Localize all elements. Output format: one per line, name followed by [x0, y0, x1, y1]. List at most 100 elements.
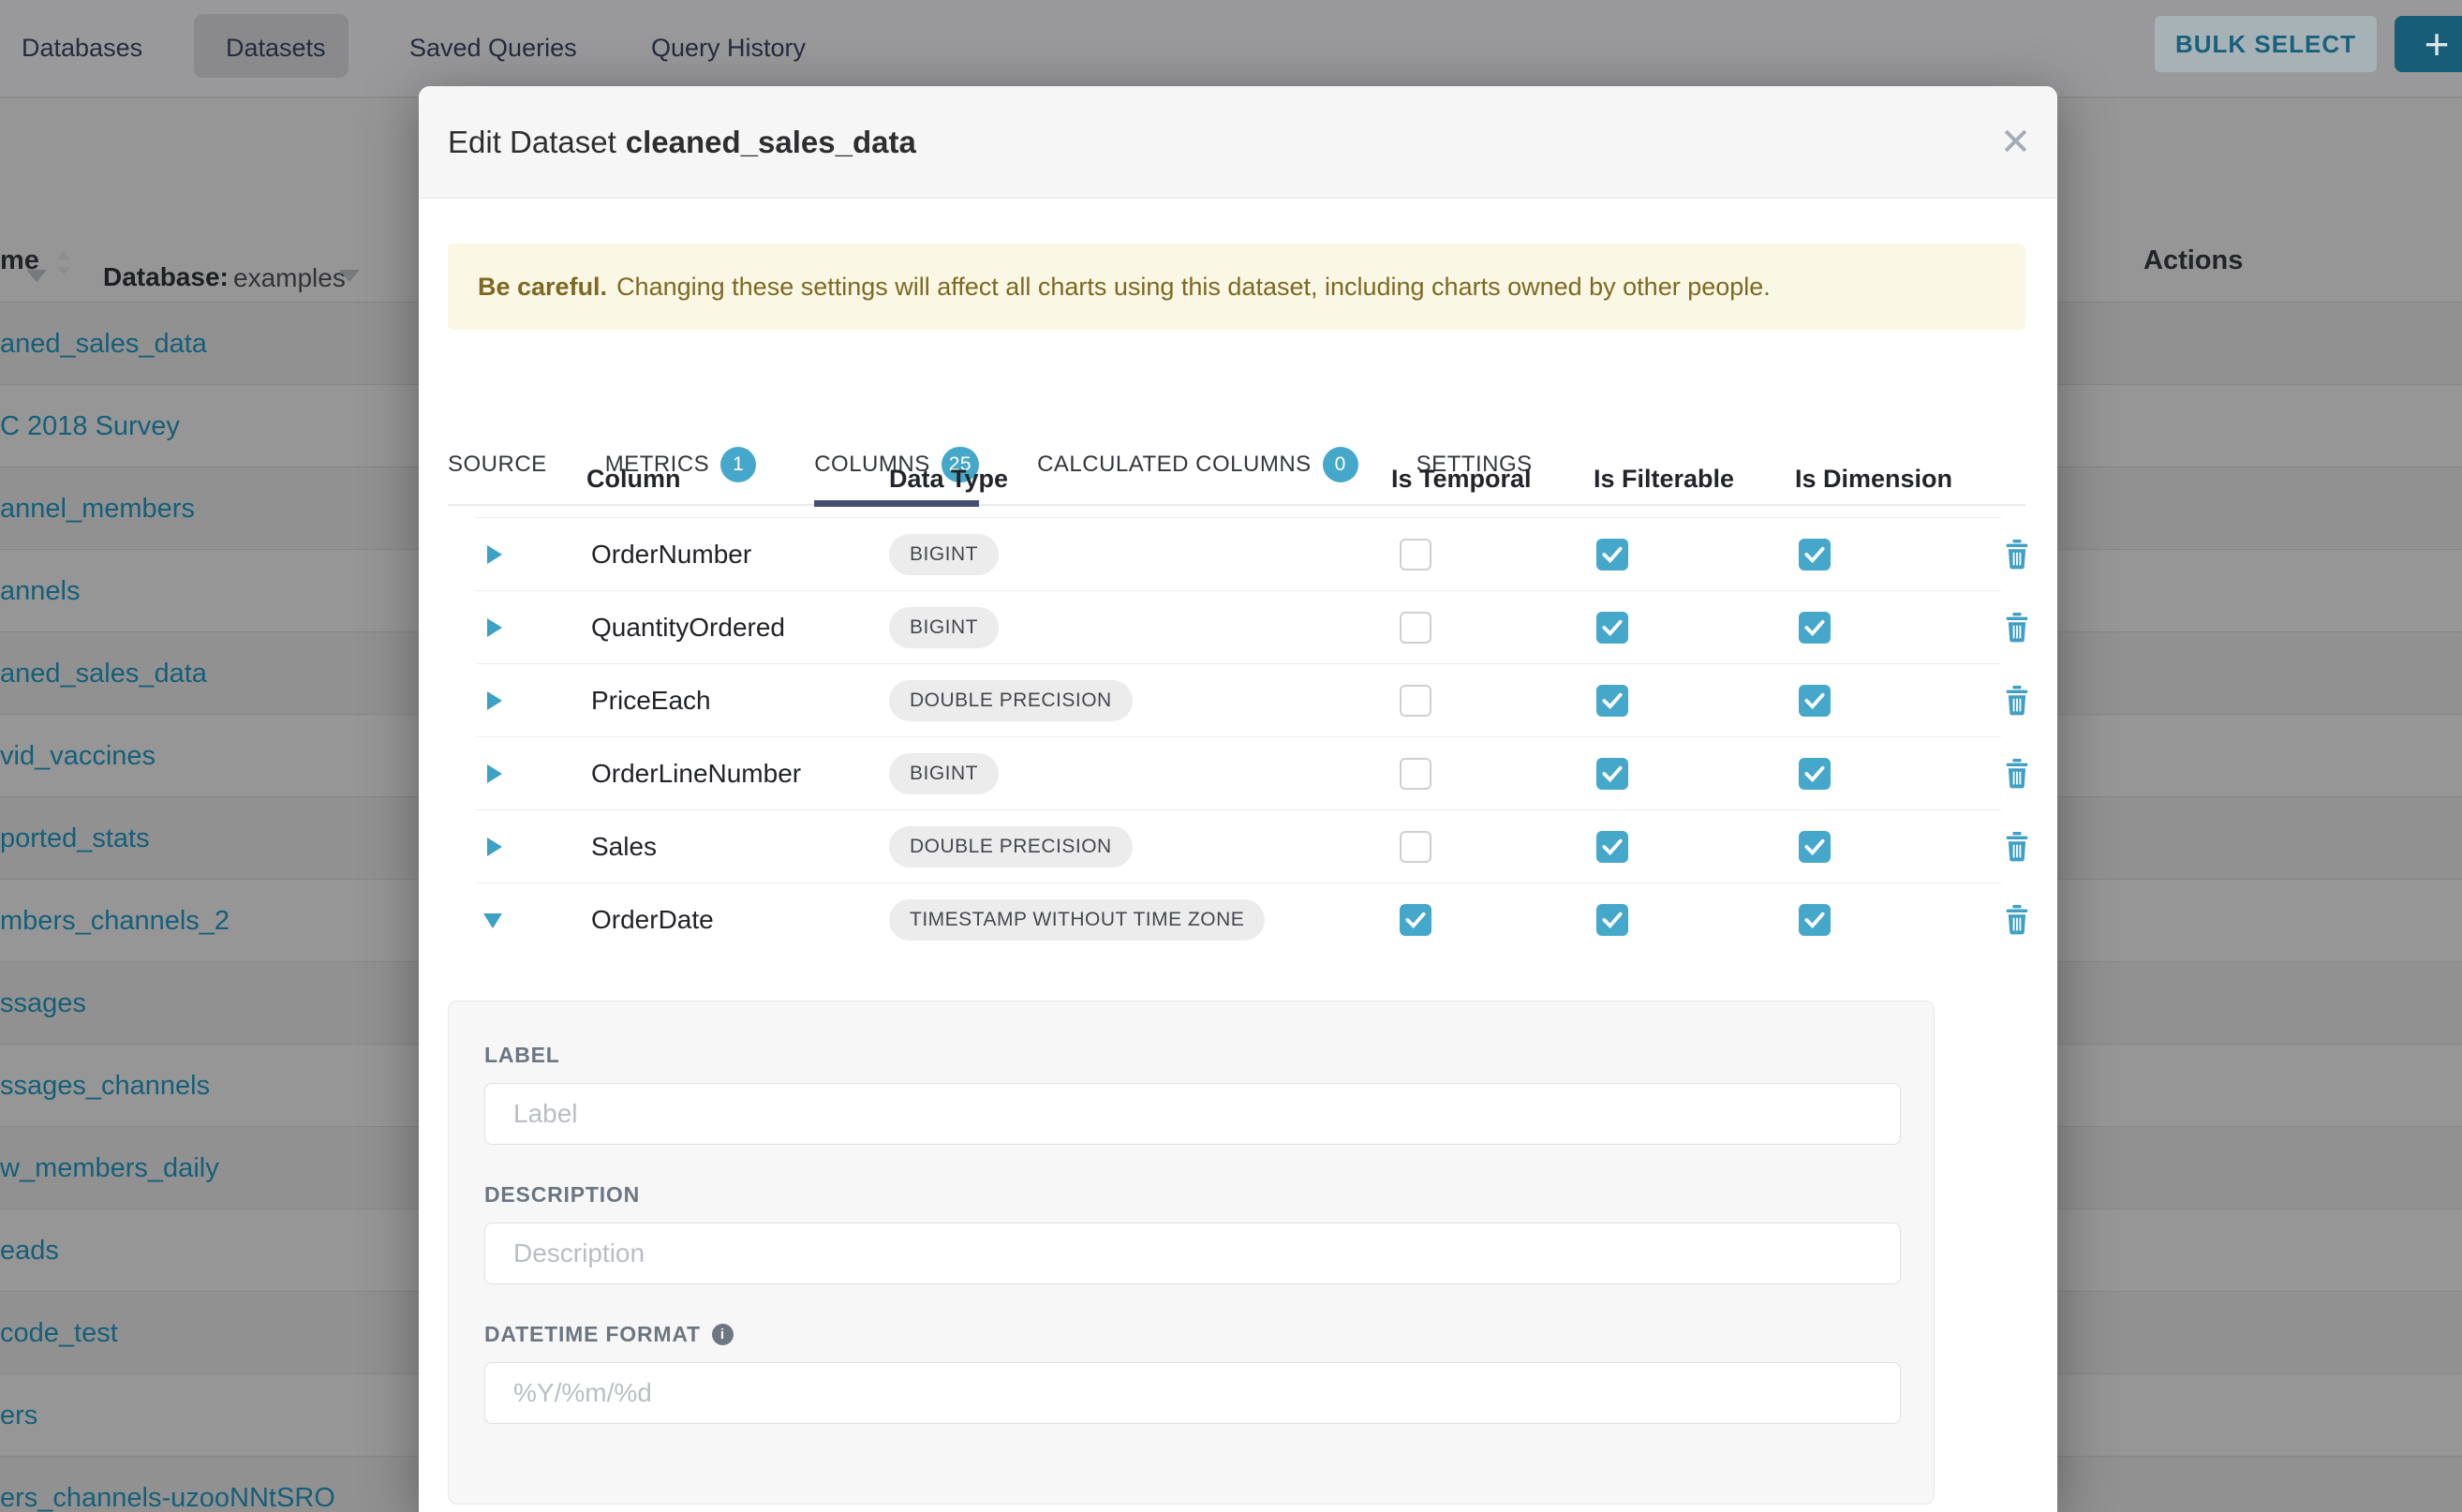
is-dimension-checkbox[interactable]	[1799, 539, 1831, 571]
is-filterable-header: Is Filterable	[1594, 465, 1734, 494]
warning-bold-text: Be careful.	[478, 273, 607, 302]
name-column-header[interactable]: me	[0, 245, 39, 276]
column-row: OrderLineNumber BIGINT	[476, 737, 2001, 810]
delete-column-icon[interactable]	[2003, 759, 2031, 789]
column-row: PriceEach DOUBLE PRECISION	[476, 664, 2001, 737]
is-temporal-checkbox[interactable]	[1400, 831, 1431, 863]
sort-icon[interactable]	[54, 251, 73, 275]
dataset-link[interactable]: code_test	[0, 1292, 118, 1374]
is-filterable-checkbox[interactable]	[1596, 904, 1628, 936]
dataset-link[interactable]: vid_vaccines	[0, 715, 156, 797]
delete-column-icon[interactable]	[2003, 540, 2031, 570]
column-name: OrderNumber	[591, 518, 751, 591]
top-navigation: Databases Datasets Saved Queries Query H…	[0, 0, 2462, 98]
label-field-label: LABEL	[484, 1043, 1898, 1068]
is-temporal-checkbox[interactable]	[1400, 539, 1431, 571]
is-temporal-header: Is Temporal	[1391, 465, 1532, 494]
dataset-link[interactable]: C 2018 Survey	[0, 385, 180, 467]
column-row: Sales DOUBLE PRECISION	[476, 810, 2001, 883]
dataset-link[interactable]: eads	[0, 1209, 59, 1292]
dataset-link[interactable]: ssages_channels	[0, 1045, 210, 1127]
nav-item-query-history[interactable]: Query History	[651, 0, 806, 96]
datetime-format-input[interactable]	[484, 1362, 1901, 1424]
delete-column-icon[interactable]	[2003, 905, 2031, 935]
info-icon[interactable]: i	[712, 1324, 734, 1345]
data-type-pill: TIMESTAMP WITHOUT TIME ZONE	[889, 899, 1265, 941]
is-dimension-checkbox[interactable]	[1799, 612, 1831, 644]
is-filterable-checkbox[interactable]	[1596, 831, 1628, 863]
is-filterable-checkbox[interactable]	[1596, 758, 1628, 790]
expand-caret-icon[interactable]	[487, 545, 502, 564]
modal-title: Edit Dataset cleaned_sales_data	[448, 86, 916, 199]
column-name: Sales	[591, 810, 657, 883]
edit-dataset-modal: Edit Dataset cleaned_sales_data ✕ Be car…	[419, 86, 2057, 1512]
expand-caret-icon[interactable]	[487, 764, 502, 783]
is-dimension-checkbox[interactable]	[1799, 831, 1831, 863]
actions-column-header: Actions	[2143, 245, 2243, 276]
data-type-pill: BIGINT	[889, 607, 999, 648]
dataset-link[interactable]: annel_members	[0, 467, 195, 550]
modal-header: Edit Dataset cleaned_sales_data ✕	[419, 86, 2057, 199]
dataset-link[interactable]: ported_stats	[0, 797, 150, 880]
database-filter-label: Database:	[103, 262, 229, 292]
modal-title-prefix: Edit Dataset	[448, 125, 616, 160]
dataset-link[interactable]: ers	[0, 1374, 37, 1457]
is-filterable-checkbox[interactable]	[1596, 539, 1628, 571]
is-filterable-checkbox[interactable]	[1596, 685, 1628, 717]
column-editor-panel: LABEL DESCRIPTION DATETIME FORMAT i	[448, 1001, 1935, 1505]
nav-item-datasets[interactable]: Datasets	[226, 0, 326, 96]
is-dimension-checkbox[interactable]	[1799, 904, 1831, 936]
datasets-page: Databases Datasets Saved Queries Query H…	[0, 0, 2462, 1512]
columns-table-header: Column Data Type Is Temporal Is Filterab…	[476, 442, 2001, 518]
description-input[interactable]	[484, 1223, 1901, 1284]
expand-caret-icon[interactable]	[487, 838, 502, 856]
dataset-link[interactable]: w_members_daily	[0, 1127, 219, 1209]
column-name: OrderDate	[591, 883, 714, 956]
warning-banner: Be careful. Changing these settings will…	[448, 244, 2025, 330]
dataset-link[interactable]: annels	[0, 550, 80, 632]
is-temporal-checkbox[interactable]	[1400, 612, 1431, 644]
expand-caret-icon[interactable]	[487, 618, 502, 637]
nav-item-databases[interactable]: Databases	[22, 0, 142, 96]
is-dimension-header: Is Dimension	[1795, 465, 1952, 494]
column-row: QuantityOrdered BIGINT	[476, 591, 2001, 664]
dataset-link[interactable]: aned_sales_data	[0, 632, 207, 715]
column-header: Column	[586, 465, 681, 494]
collapse-caret-icon[interactable]	[483, 913, 502, 928]
dataset-link[interactable]: ers_channels-uzooNNtSRO	[0, 1457, 335, 1512]
dataset-link[interactable]: mbers_channels_2	[0, 880, 230, 962]
add-dataset-button[interactable]: +	[2395, 16, 2462, 72]
is-temporal-checkbox[interactable]	[1400, 758, 1431, 790]
is-dimension-checkbox[interactable]	[1799, 685, 1831, 717]
modal-title-dataset-name: cleaned_sales_data	[626, 125, 916, 160]
is-filterable-checkbox[interactable]	[1596, 612, 1628, 644]
data-type-pill: BIGINT	[889, 753, 999, 794]
datetime-format-field-label: DATETIME FORMAT i	[484, 1322, 1898, 1347]
column-name: PriceEach	[591, 664, 711, 737]
is-dimension-checkbox[interactable]	[1799, 758, 1831, 790]
data-type-pill: DOUBLE PRECISION	[889, 826, 1133, 867]
data-type-pill: DOUBLE PRECISION	[889, 680, 1133, 721]
delete-column-icon[interactable]	[2003, 832, 2031, 862]
column-name: QuantityOrdered	[591, 591, 785, 664]
column-row: OrderNumber BIGINT	[476, 518, 2001, 591]
dataset-link[interactable]: aned_sales_data	[0, 303, 207, 385]
chevron-down-icon[interactable]	[339, 270, 360, 282]
label-input[interactable]	[484, 1083, 1901, 1145]
column-row-expanded: OrderDate TIMESTAMP WITHOUT TIME ZONE	[476, 883, 2001, 956]
column-name: OrderLineNumber	[591, 737, 801, 810]
dataset-link[interactable]: ssages	[0, 962, 86, 1045]
bulk-select-button[interactable]: BULK SELECT	[2155, 16, 2377, 72]
is-temporal-checkbox[interactable]	[1400, 685, 1431, 717]
close-icon: ✕	[2000, 121, 2032, 164]
expand-caret-icon[interactable]	[487, 691, 502, 710]
description-field-label: DESCRIPTION	[484, 1182, 1898, 1208]
close-button[interactable]: ✕	[1974, 86, 2057, 199]
is-temporal-checkbox[interactable]	[1400, 904, 1431, 936]
nav-item-saved-queries[interactable]: Saved Queries	[409, 0, 577, 96]
database-filter-value[interactable]: examples	[233, 263, 346, 293]
delete-column-icon[interactable]	[2003, 613, 2031, 643]
delete-column-icon[interactable]	[2003, 686, 2031, 716]
data-type-header: Data Type	[889, 465, 1008, 494]
data-type-pill: BIGINT	[889, 534, 999, 575]
